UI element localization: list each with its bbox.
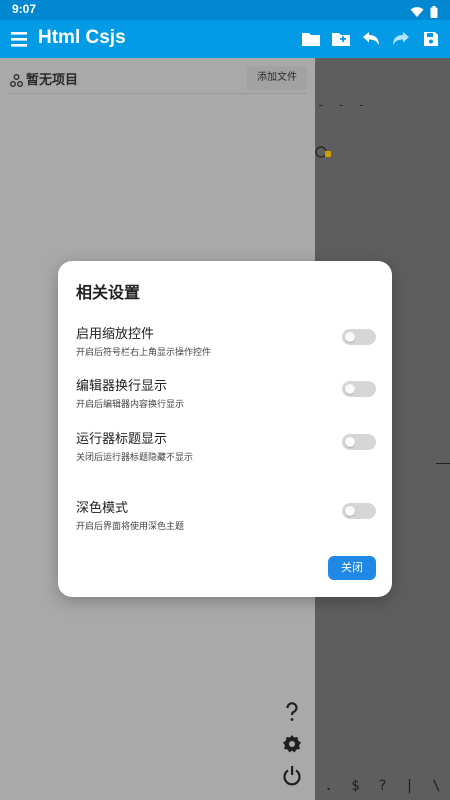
setting-desc: 关闭后运行器标题隐藏不显示	[76, 453, 194, 463]
toggle-knob	[345, 332, 355, 342]
status-bar: 9:07	[0, 0, 450, 20]
editor-lock-icon	[315, 144, 333, 164]
symbol-key[interactable]: ?	[378, 778, 386, 794]
editor-dash-text: - - -	[317, 98, 369, 112]
open-folder-icon[interactable]	[300, 27, 322, 51]
setting-runner-title: 运行器标题显示 关闭后运行器标题隐藏不显示	[76, 428, 376, 468]
close-button[interactable]: 关闭	[328, 556, 376, 580]
project-tree-icon	[10, 72, 23, 87]
settings-dialog: 相关设置 启用缩放控件 开启后符号栏右上角显示操作控件 编辑器换行显示 开启后编…	[58, 261, 392, 597]
new-folder-icon[interactable]	[330, 27, 352, 51]
app-title: Html Csjs	[38, 27, 126, 48]
settings-gear-icon[interactable]	[278, 730, 306, 758]
file-panel-header: 暂无项目 添加文件	[8, 66, 307, 94]
toolbar-actions	[300, 27, 442, 51]
symbol-key[interactable]: |	[405, 778, 413, 794]
symbol-key[interactable]: \	[432, 778, 440, 794]
setting-label: 运行器标题显示	[76, 432, 168, 447]
symbol-key[interactable]: .	[324, 778, 332, 794]
toggle-switch[interactable]	[342, 381, 376, 397]
setting-desc: 开启后编辑器内容换行显示	[76, 400, 185, 410]
help-icon[interactable]	[278, 698, 306, 726]
toggle-switch[interactable]	[342, 503, 376, 519]
setting-label: 编辑器换行显示	[76, 379, 168, 394]
redo-icon[interactable]	[390, 27, 412, 51]
setting-desc: 开启后界面将使用深色主题	[76, 522, 185, 532]
toggle-knob	[345, 384, 355, 394]
setting-label: 深色模式	[76, 501, 129, 516]
undo-icon[interactable]	[360, 27, 382, 51]
project-label: 暂无项目	[26, 73, 79, 88]
setting-zoom-controls: 启用缩放控件 开启后符号栏右上角显示操作控件	[76, 323, 376, 363]
symbol-key[interactable]: $	[351, 778, 359, 794]
editor-mark	[436, 463, 450, 464]
power-icon[interactable]	[278, 762, 306, 790]
setting-label: 启用缩放控件	[76, 327, 155, 342]
setting-editor-wrap: 编辑器换行显示 开启后编辑器内容换行显示	[76, 375, 376, 415]
dialog-title: 相关设置	[76, 283, 141, 302]
symbol-bar: . $ ? | \	[315, 772, 450, 800]
toggle-switch[interactable]	[342, 434, 376, 450]
toggle-knob	[345, 506, 355, 516]
toggle-knob	[345, 437, 355, 447]
add-file-button[interactable]: 添加文件	[247, 66, 307, 90]
app-bar: Html Csjs	[0, 20, 450, 58]
menu-icon[interactable]	[8, 28, 30, 50]
save-icon[interactable]	[420, 27, 442, 51]
status-time: 9:07	[12, 2, 37, 16]
setting-desc: 开启后符号栏右上角显示操作控件	[76, 348, 212, 358]
toggle-switch[interactable]	[342, 329, 376, 345]
setting-dark-mode: 深色模式 开启后界面将使用深色主题	[76, 497, 376, 537]
